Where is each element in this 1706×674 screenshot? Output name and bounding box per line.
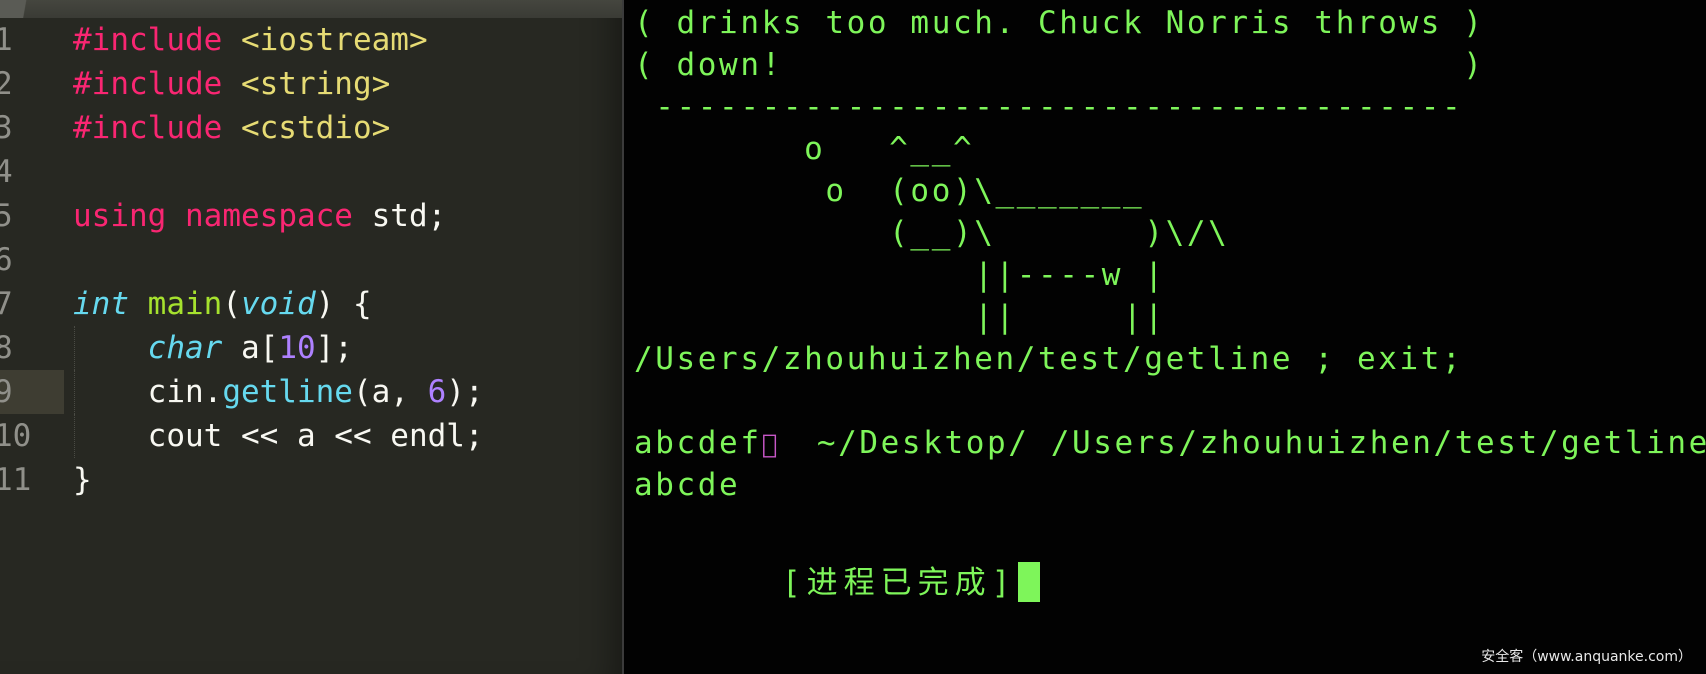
code-token: a[ <box>222 330 279 366</box>
code-token: ( <box>222 286 241 322</box>
line-number: 11 <box>0 462 32 498</box>
terminal-prompt-line:  ~/Desktop/ /Users/zhouhuizhen/test/get… <box>634 380 1706 461</box>
line-number: 3 <box>0 110 13 146</box>
code-token: void <box>241 286 316 322</box>
line-code: #include <iostream> <box>73 18 428 62</box>
code-token: namespace <box>185 198 353 234</box>
terminal-line: ( down! ) <box>634 47 1485 83</box>
code-token: char <box>147 330 223 366</box>
code-line[interactable]: 6 <box>0 238 622 282</box>
code-line[interactable]: 2 #include <string> <box>0 62 622 106</box>
terminal-line: || || <box>634 299 1166 335</box>
code-token: ) { <box>315 286 372 322</box>
terminal-cursor <box>1018 561 1041 602</box>
code-token: 10 <box>278 330 316 366</box>
line-code: int main(void) { <box>73 282 372 326</box>
code-token: <iostream> <box>240 22 428 58</box>
code-token: cout << a << endl; <box>73 418 484 454</box>
code-token: main <box>147 286 223 322</box>
terminal-line: (__)\ )\/\ <box>634 215 1230 251</box>
line-number: 9 <box>0 374 13 410</box>
terminal-line: -------------------------------------- <box>634 89 1464 125</box>
code-token: #include <box>73 22 223 58</box>
line-number: 1 <box>0 22 13 58</box>
code-token: 6 <box>427 374 447 410</box>
line-number: 10 <box>0 418 32 454</box>
code-line[interactable]: 1 #include <iostream> <box>0 18 622 62</box>
terminal-line: ( drinks too much. Chuck Norris throws ) <box>634 5 1485 41</box>
line-number: 4 <box>0 154 13 190</box>
line-code: #include <string> <box>73 62 390 106</box>
line-code: } <box>73 458 92 502</box>
line-number: 7 <box>0 286 13 322</box>
code-line[interactable]: 8 char a[10]; <box>0 326 622 370</box>
code-token: using <box>73 198 167 234</box>
line-number: 2 <box>0 66 13 102</box>
code-token: } <box>73 462 92 498</box>
line-number: 6 <box>0 242 13 278</box>
code-token: <cstdio> <box>240 110 391 146</box>
terminal-line: ||----w | <box>634 257 1166 293</box>
terminal-line: o (oo)\_______ <box>634 173 1145 209</box>
code-token: getline <box>222 374 353 410</box>
code-token: std; <box>352 198 447 234</box>
code-line[interactable]: 9 cin.getline(a, 6); <box>0 370 622 414</box>
process-status: [进程已完成] <box>781 565 1017 601</box>
line-code: using namespace std; <box>73 194 446 238</box>
code-token: ); <box>446 374 484 410</box>
line-number: 8 <box>0 330 13 366</box>
code-token: int <box>73 286 129 322</box>
terminal-pane[interactable]: ( drinks too much. Chuck Norris throws )… <box>624 0 1706 674</box>
terminal-program-output: abcde <box>634 467 741 503</box>
code-token: #include <box>73 66 223 102</box>
watermark: 安全客（www.anquanke.com） <box>1481 649 1692 665</box>
code-line[interactable]: 7 int main(void) { <box>0 282 622 326</box>
code-area[interactable]: 1 #include <iostream> 2 #include <string> 3 #… <box>0 18 622 502</box>
code-token: ]; <box>315 330 353 366</box>
line-code: char a[10]; <box>73 326 353 370</box>
line-number: 5 <box>0 198 13 234</box>
terminal-line: o ^__^ <box>634 131 975 167</box>
prompt-command: ~/Desktop/ /Users/zhouhuizhen/test/getli… <box>816 425 1706 461</box>
editor-tab[interactable] <box>0 0 40 18</box>
terminal-output: ( drinks too much. Chuck Norris throws )… <box>634 0 1706 602</box>
code-token: <string> <box>240 66 391 102</box>
code-token: #include <box>73 110 223 146</box>
code-editor-pane[interactable]: 1 #include <iostream> 2 #include <string> 3 #… <box>0 0 622 674</box>
code-line[interactable]: 11} <box>0 458 622 502</box>
code-token: cin. <box>73 374 223 410</box>
line-code: #include <cstdio> <box>73 106 390 150</box>
line-code: cout << a << endl; <box>73 414 484 458</box>
process-complete-line: [进程已完成] <box>634 520 1706 602</box>
code-line[interactable]: 3 #include <cstdio> <box>0 106 622 150</box>
terminal-line: /Users/zhouhuizhen/test/getline ; exit; <box>634 341 1464 377</box>
line-code: cin.getline(a, 6); <box>73 370 484 414</box>
code-line[interactable]: 4 <box>0 150 622 194</box>
apple-icon:  <box>761 430 780 460</box>
code-line[interactable]: 10 cout << a << endl; <box>0 414 622 458</box>
editor-tab-bar <box>0 0 622 18</box>
code-token: (a, <box>352 374 428 410</box>
code-line[interactable]: 5 using namespace std; <box>0 194 622 238</box>
